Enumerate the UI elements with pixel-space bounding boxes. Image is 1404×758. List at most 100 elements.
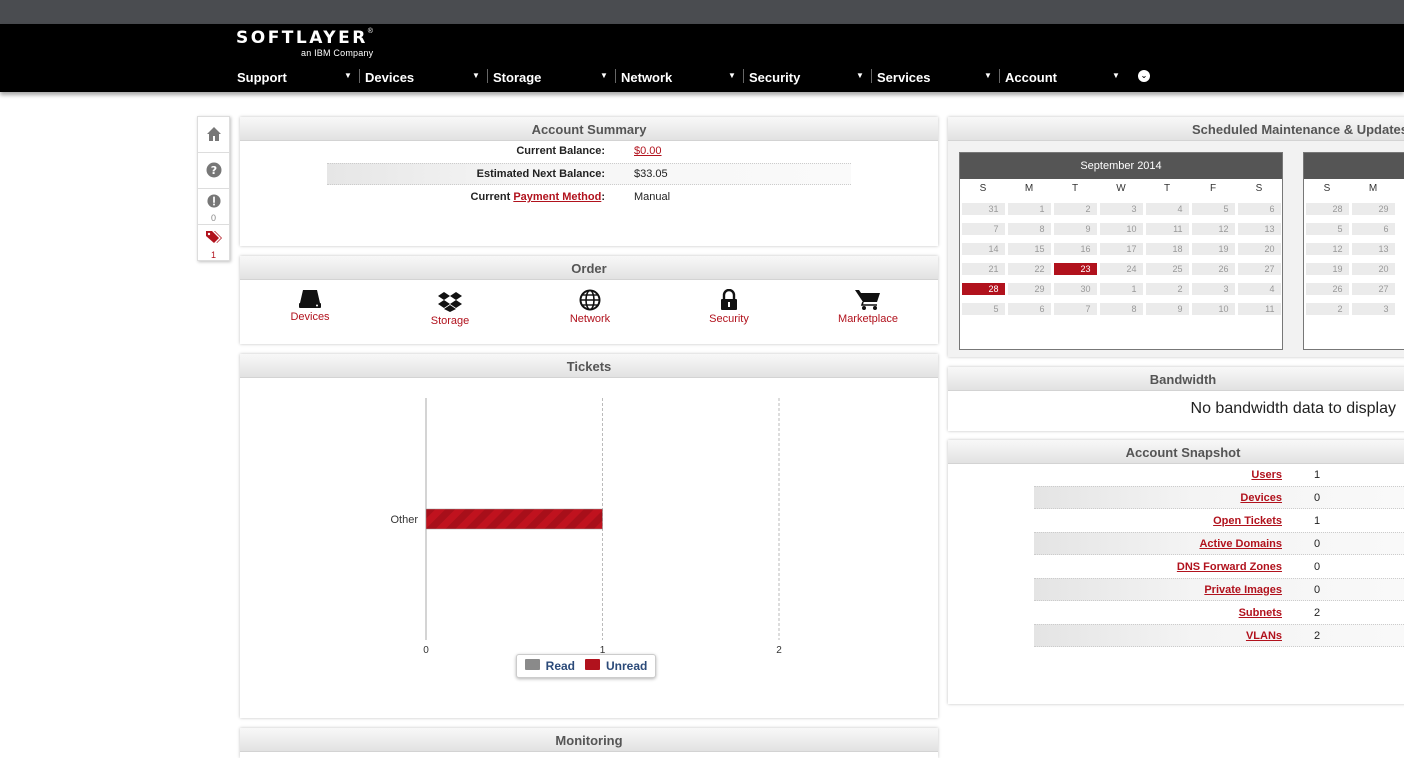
calendar-day[interactable]: 27 — [1351, 283, 1395, 295]
calendar-day[interactable]: 19 — [1191, 243, 1235, 255]
calendar-day[interactable]: 23 — [1053, 263, 1097, 275]
calendar-day[interactable]: 29 — [1007, 283, 1051, 295]
calendar-day[interactable]: 21 — [961, 263, 1005, 275]
calendar-day[interactable]: 2 — [1305, 303, 1349, 315]
nav-security[interactable]: Security — [749, 68, 800, 86]
calendar-week-row: 23 — [1304, 299, 1404, 319]
nav-services[interactable]: Services — [877, 68, 931, 86]
nav-storage[interactable]: Storage — [493, 68, 541, 86]
calendar-day[interactable]: 8 — [1007, 223, 1051, 235]
home-icon — [206, 127, 221, 141]
calendar-day[interactable]: 8 — [1099, 303, 1143, 315]
calendar-day[interactable]: 4 — [1145, 203, 1189, 215]
calendar-day[interactable]: 5 — [1191, 203, 1235, 215]
payment-method-link[interactable]: Payment Method — [513, 191, 601, 203]
calendar-day[interactable]: 24 — [1099, 263, 1143, 275]
calendar-day[interactable]: 27 — [1237, 263, 1281, 275]
legend-unread[interactable]: Unread — [585, 659, 647, 673]
calendar-day[interactable]: 29 — [1351, 203, 1395, 215]
calendar-dow-label: T — [1163, 183, 1171, 194]
snapshot-link[interactable]: Subnets — [1239, 607, 1282, 619]
order-security[interactable]: Security — [689, 289, 769, 325]
calendar-day[interactable]: 11 — [1145, 223, 1189, 235]
calendar-day[interactable]: 9 — [1053, 223, 1097, 235]
calendar-day[interactable]: 9 — [1145, 303, 1189, 315]
calendar-day[interactable]: 3 — [1351, 303, 1395, 315]
calendar-day[interactable]: 25 — [1145, 263, 1189, 275]
calendar-day[interactable]: 6 — [1351, 223, 1395, 235]
home-button[interactable] — [198, 117, 229, 153]
calendar-day[interactable]: 20 — [1351, 263, 1395, 275]
snapshot-link[interactable]: Private Images — [1204, 584, 1282, 596]
monitoring-panel: Monitoring — [240, 728, 938, 758]
calendar-day[interactable]: 31 — [961, 203, 1005, 215]
alerts-button[interactable]: 0 — [198, 189, 229, 225]
calendar-day[interactable]: 19 — [1305, 263, 1349, 275]
nav-support[interactable]: Support — [237, 68, 287, 86]
current-balance-link[interactable]: $0.00 — [634, 145, 662, 157]
snapshot-value: 0 — [1314, 560, 1321, 573]
calendar-day[interactable]: 5 — [961, 303, 1005, 315]
calendar-day[interactable]: 13 — [1237, 223, 1281, 235]
calendar-day[interactable]: 20 — [1237, 243, 1281, 255]
snapshot-link[interactable]: VLANs — [1246, 630, 1282, 642]
next-balance-value: $33.05 — [634, 168, 668, 180]
snapshot-row: Open Tickets 1 — [1034, 509, 1404, 532]
nav-devices[interactable]: Devices — [365, 68, 414, 86]
snapshot-link[interactable]: Devices — [1240, 492, 1282, 504]
calendar-day[interactable]: 18 — [1145, 243, 1189, 255]
calendar-dow-label: W — [1116, 183, 1126, 194]
calendar-day[interactable]: 4 — [1237, 283, 1281, 295]
chevron-down-circle-icon[interactable]: ⌄ — [1138, 70, 1150, 82]
calendar-day[interactable]: 26 — [1305, 283, 1349, 295]
calendar-day[interactable]: 10 — [1191, 303, 1235, 315]
calendar-day[interactable]: 7 — [1053, 303, 1097, 315]
calendar-day[interactable]: 1 — [1099, 283, 1143, 295]
calendar-day[interactable]: 26 — [1191, 263, 1235, 275]
calendar-week-row: 14 15 16 17 18 19 20 — [960, 239, 1282, 259]
calendar-day[interactable]: 5 — [1305, 223, 1349, 235]
calendar-day[interactable]: 12 — [1191, 223, 1235, 235]
lock-icon — [721, 289, 737, 310]
calendar-day[interactable]: 11 — [1237, 303, 1281, 315]
calendar-day[interactable]: 2 — [1053, 203, 1097, 215]
order-storage[interactable]: Storage — [410, 291, 490, 327]
calendar-day[interactable]: 7 — [961, 223, 1005, 235]
snapshot-link[interactable]: Active Domains — [1199, 538, 1282, 550]
order-devices[interactable]: Devices — [270, 289, 350, 323]
snapshot-link[interactable]: DNS Forward Zones — [1177, 561, 1282, 573]
calendar-day[interactable]: 14 — [961, 243, 1005, 255]
softlayer-logo[interactable]: SOFTLAYER® an IBM Company — [236, 28, 373, 58]
calendar-dow-label: F — [1209, 183, 1217, 194]
calendar-day[interactable]: 28 — [1305, 203, 1349, 215]
snapshot-value: 2 — [1314, 629, 1321, 642]
calendar-day[interactable]: 12 — [1305, 243, 1349, 255]
order-network[interactable]: Network — [550, 289, 630, 325]
calendar-day[interactable]: 3 — [1099, 203, 1143, 215]
calendar-day[interactable]: 2 — [1145, 283, 1189, 295]
nav-network[interactable]: Network — [621, 68, 672, 86]
snapshot-link[interactable]: Users — [1251, 469, 1282, 481]
calendar-day[interactable]: 30 — [1053, 283, 1097, 295]
calendar-day[interactable]: 15 — [1007, 243, 1051, 255]
calendar-day[interactable]: 22 — [1007, 263, 1051, 275]
calendar-week-row: 19 20 — [1304, 259, 1404, 279]
calendar-day[interactable]: 10 — [1099, 223, 1143, 235]
calendar-day[interactable]: 13 — [1351, 243, 1395, 255]
calendar-day[interactable]: 17 — [1099, 243, 1143, 255]
globe-icon — [579, 289, 601, 311]
calendar-day[interactable]: 6 — [1237, 203, 1281, 215]
tags-button[interactable]: 1 — [198, 225, 229, 261]
calendar-day[interactable]: 3 — [1191, 283, 1235, 295]
calendar-day[interactable]: 28 — [961, 283, 1005, 295]
legend-read[interactable]: Read — [524, 659, 575, 673]
calendar-day[interactable]: 1 — [1007, 203, 1051, 215]
server-icon — [299, 290, 321, 308]
tags-count: 1 — [210, 250, 216, 260]
help-button[interactable]: ? — [198, 153, 229, 189]
calendar-day[interactable]: 6 — [1007, 303, 1051, 315]
calendar-day[interactable]: 16 — [1053, 243, 1097, 255]
snapshot-link[interactable]: Open Tickets — [1213, 515, 1282, 527]
nav-account[interactable]: Account — [1005, 68, 1057, 86]
order-marketplace[interactable]: Marketplace — [828, 289, 908, 325]
